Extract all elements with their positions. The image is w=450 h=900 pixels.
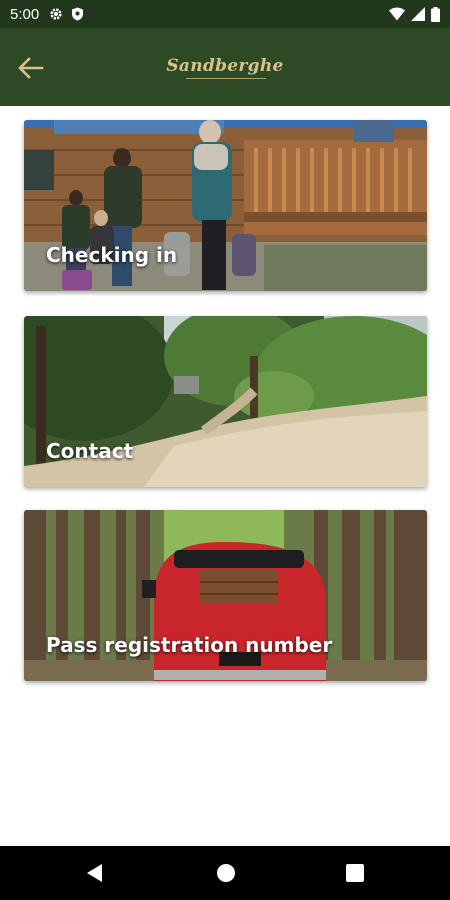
gear-icon xyxy=(50,8,62,20)
card-checking-in[interactable]: Checking in xyxy=(24,120,427,291)
wifi-icon xyxy=(389,7,405,21)
status-notification-icons xyxy=(49,7,84,21)
card-label: Contact xyxy=(46,439,134,463)
system-nav-bar xyxy=(0,846,450,900)
brand-logo: Sandberghe xyxy=(166,56,284,76)
card-contact[interactable]: Contact xyxy=(24,316,427,487)
signal-icon xyxy=(411,7,425,21)
home-circle-icon[interactable] xyxy=(216,863,236,883)
app-bar: Sandberghe xyxy=(0,28,450,106)
card-pass-registration-number[interactable]: Pass registration number xyxy=(24,510,427,681)
status-system-icons xyxy=(389,6,440,22)
shield-icon xyxy=(72,7,84,21)
logo-underline xyxy=(186,78,266,79)
card-label: Pass registration number xyxy=(46,633,333,657)
recents-square-icon[interactable] xyxy=(346,863,364,883)
card-label: Checking in xyxy=(46,243,178,267)
status-bar: 5:00 xyxy=(0,0,450,28)
status-time: 5:00 xyxy=(10,5,40,23)
back-triangle-icon[interactable] xyxy=(86,863,104,883)
battery-icon xyxy=(431,6,440,22)
